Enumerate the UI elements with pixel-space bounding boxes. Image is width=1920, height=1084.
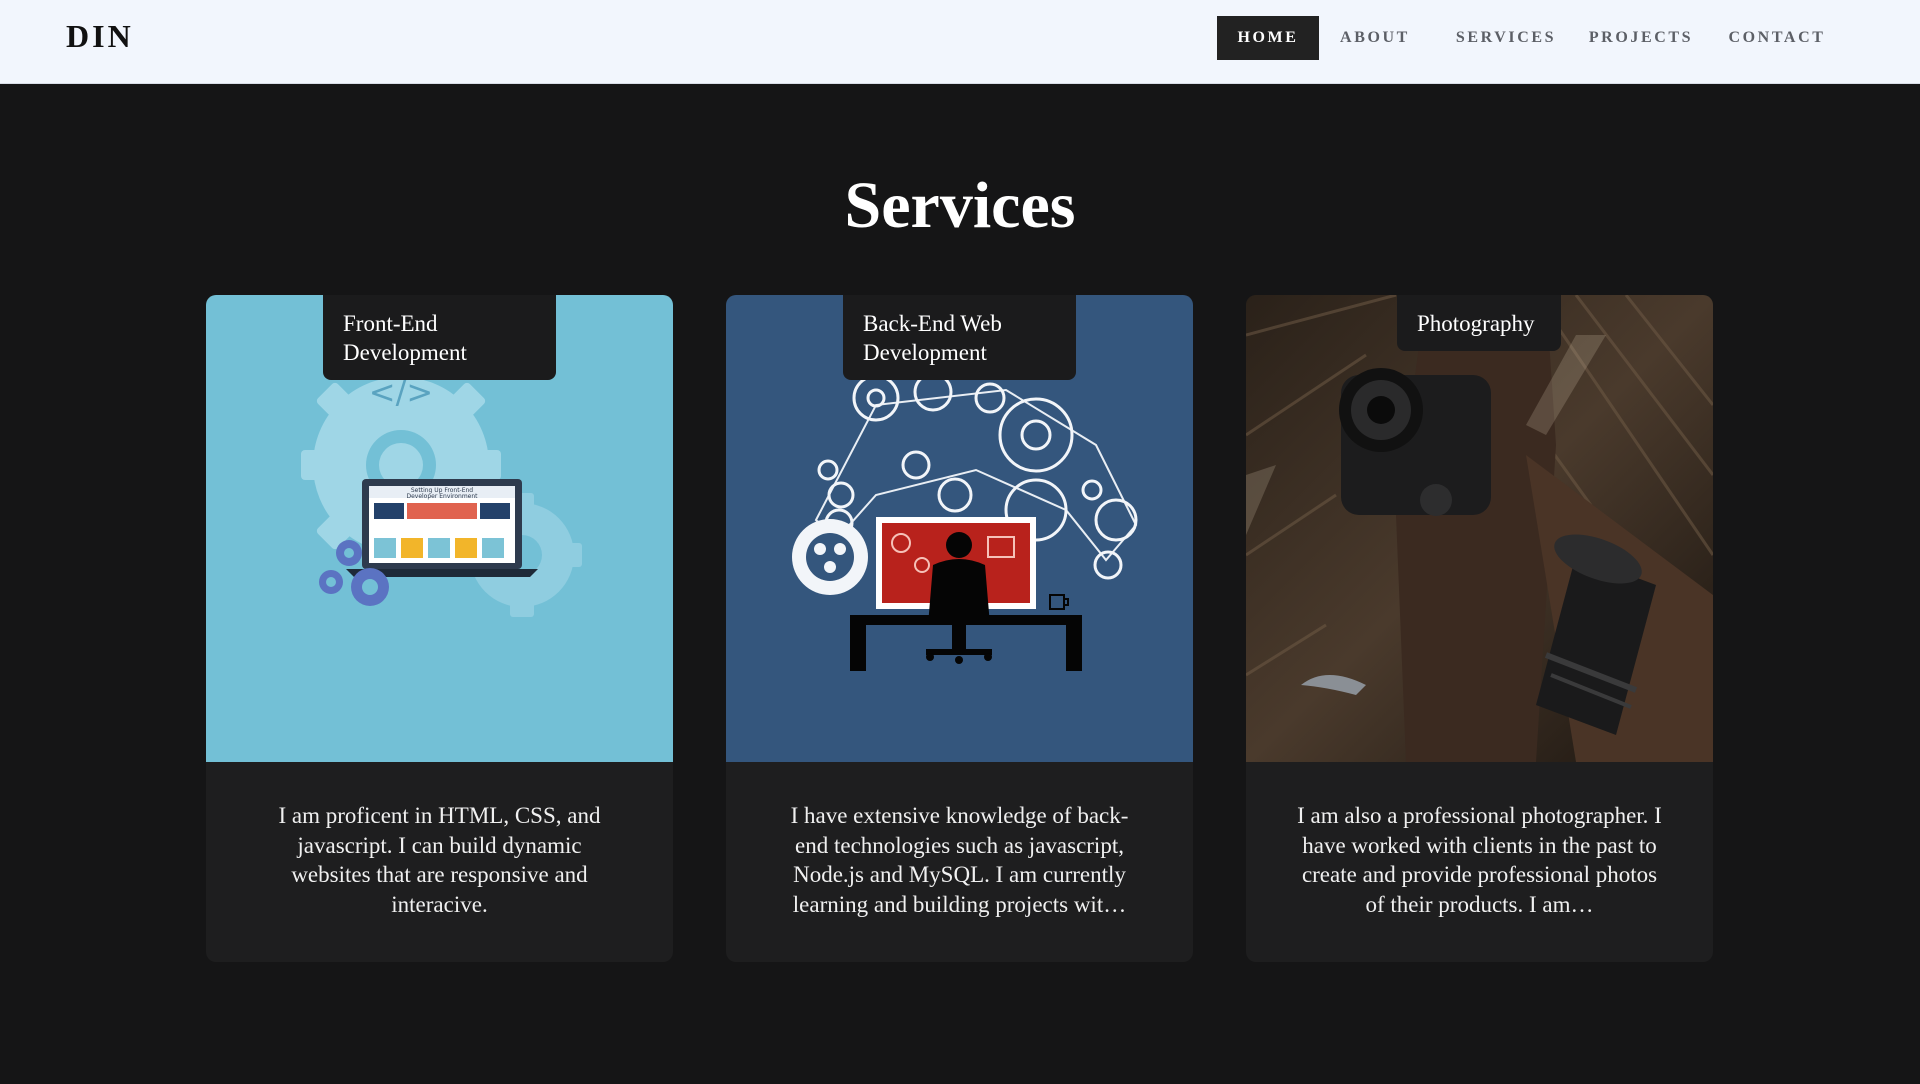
- nav-home-link[interactable]: HOME: [1217, 16, 1319, 60]
- service-card-frontend: </> Setting Up Front-End Developer Envir…: [206, 295, 673, 962]
- nav-contact-link[interactable]: CONTACT: [1720, 16, 1834, 60]
- title-line: Development: [343, 340, 467, 365]
- title-line: Development: [863, 340, 987, 365]
- brand-logo[interactable]: DIN: [66, 18, 134, 55]
- service-card-description: I am also a professional photographer. I…: [1297, 803, 1662, 917]
- camera-icon: [1339, 368, 1491, 516]
- title-line: Front-End: [343, 311, 438, 336]
- service-card-description: I have extensive knowledge of back-end t…: [790, 803, 1129, 917]
- nav-projects-link[interactable]: PROJECTS: [1584, 16, 1698, 60]
- camera-photo: [1246, 295, 1713, 762]
- nav-services-link[interactable]: SERVICES: [1451, 16, 1561, 60]
- services-title: Services: [844, 169, 1076, 242]
- navbar: DIN HOME ABOUT SERVICES PROJECTS CONTACT: [0, 0, 1920, 84]
- svg-text:Developer Environment: Developer Environment: [406, 493, 478, 500]
- service-card-description: I am proficent in HTML, CSS, and javascr…: [278, 803, 601, 917]
- title-line: Back-End Web: [863, 311, 1002, 336]
- service-card-title: Photography: [1397, 295, 1561, 351]
- service-card-title: Front-End Development: [323, 295, 556, 380]
- service-card-photography: Photography I am also a professional pho…: [1246, 295, 1713, 962]
- service-card-backend: Back-End Web Development I have extensiv…: [726, 295, 1193, 962]
- laptop-icon: Setting Up Front-End Developer Environme…: [346, 479, 538, 577]
- nav-about-link[interactable]: ABOUT: [1333, 16, 1417, 60]
- title-line: Photography: [1417, 311, 1535, 336]
- service-card-title: Back-End Web Development: [843, 295, 1076, 380]
